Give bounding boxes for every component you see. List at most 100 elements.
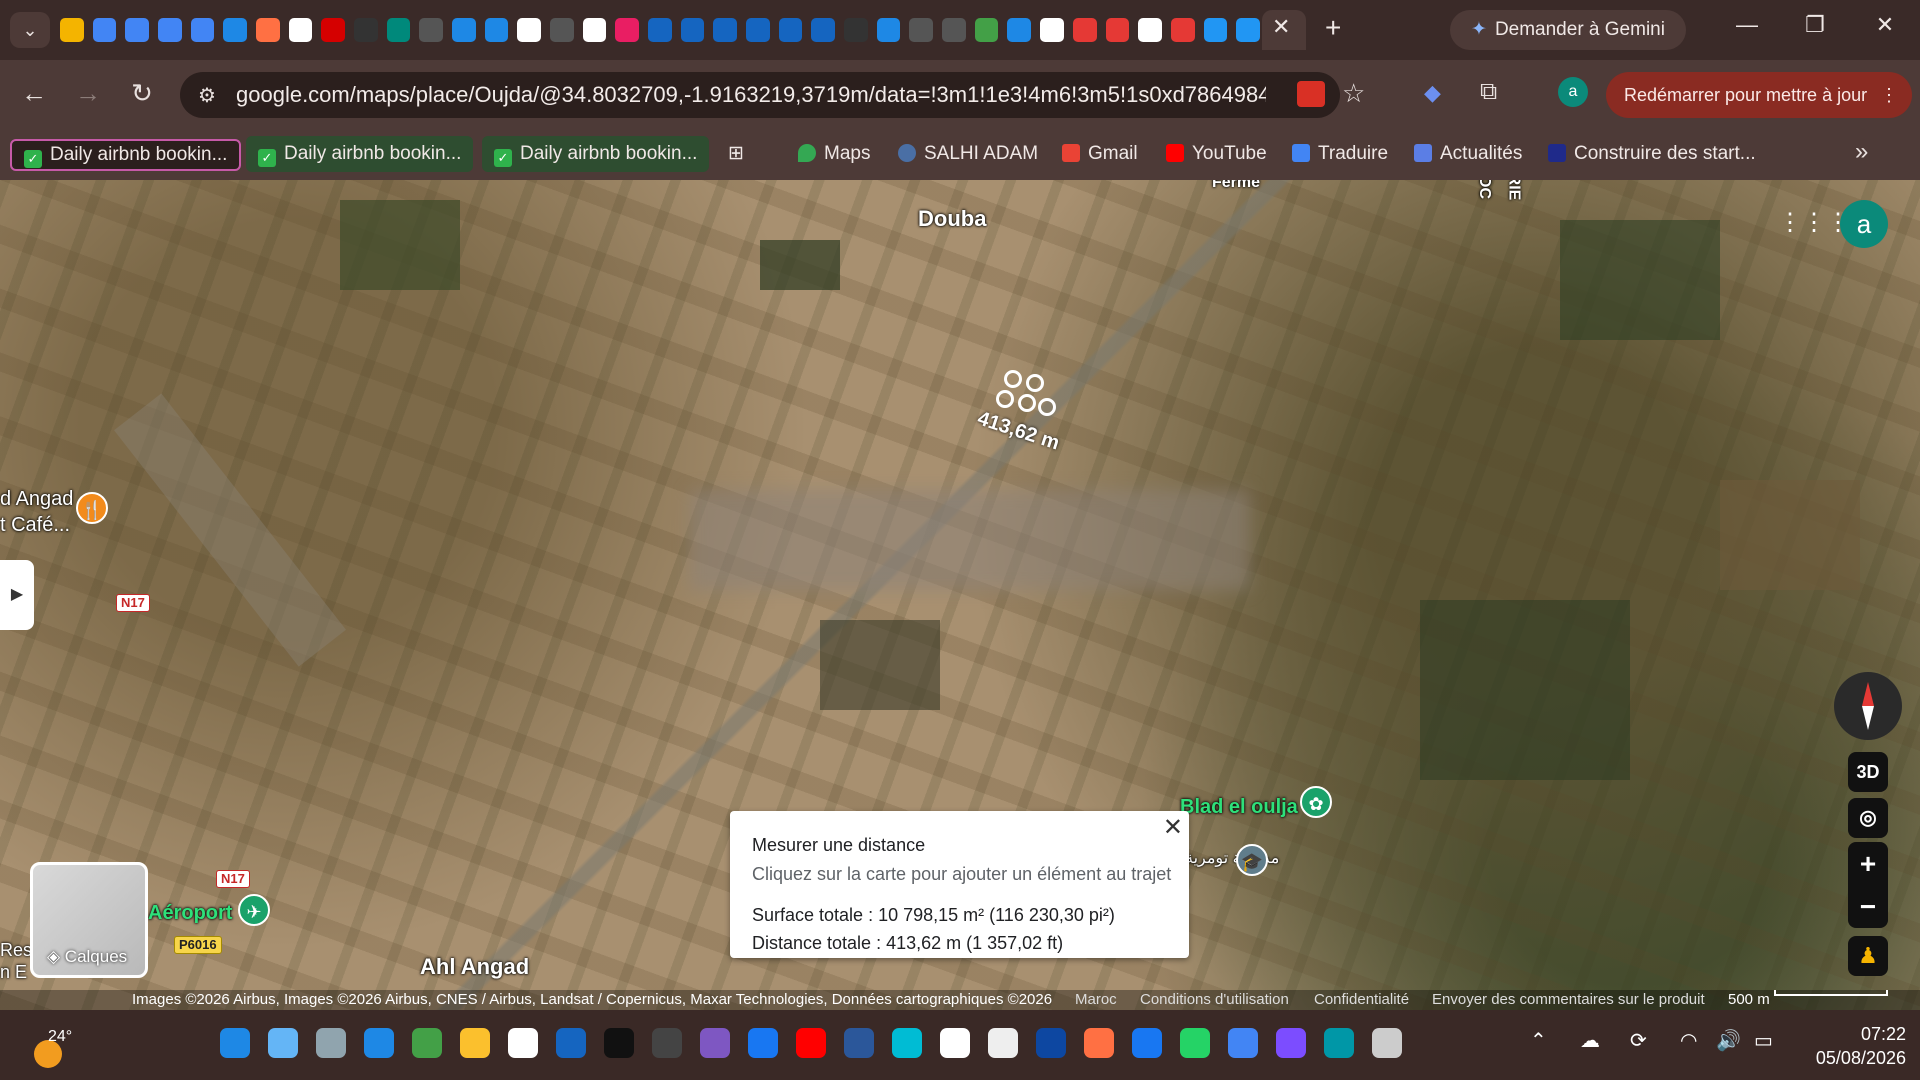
bookmark-airbnb-1[interactable]: ✓ Daily airbnb bookin...	[10, 139, 242, 171]
bookmark-gmail[interactable]: Gmail	[1062, 136, 1138, 172]
satellite-map[interactable]: Douba Ferme d Angad t Café... 🍴 Blad el …	[0, 180, 1920, 1010]
taskbar-app-icon[interactable]	[988, 1028, 1018, 1058]
taskbar-app-icon[interactable]	[844, 1028, 874, 1058]
tab-favicon[interactable]	[92, 18, 117, 42]
ask-gemini-button[interactable]: ✦ Demander à Gemini	[1450, 10, 1686, 50]
tab-favicon[interactable]	[582, 18, 607, 42]
measure-point[interactable]	[1018, 394, 1036, 412]
measure-point[interactable]	[996, 390, 1014, 408]
airport-pin-icon[interactable]: ✈	[238, 894, 270, 926]
tab-favicon[interactable]	[1007, 18, 1032, 42]
tab-favicon[interactable]	[158, 18, 182, 42]
tab-favicon[interactable]	[811, 18, 836, 42]
place-label-blad-el-oulja[interactable]: Blad el oulja	[1180, 796, 1298, 819]
tab-favicon[interactable]	[1105, 18, 1130, 42]
taskbar-app-icon[interactable]	[508, 1028, 538, 1058]
tab-favicon[interactable]	[484, 18, 509, 42]
zoom-in-button[interactable]: +	[1848, 842, 1888, 885]
tab-favicon[interactable]	[1203, 18, 1228, 42]
volume-icon[interactable]: 🔊	[1716, 1028, 1741, 1053]
taskbar-app-icon[interactable]	[556, 1028, 586, 1058]
bookmark-maps[interactable]: Maps	[798, 136, 870, 172]
tab-favicon[interactable]	[1138, 18, 1162, 42]
tab-favicon[interactable]	[909, 18, 934, 42]
profile-avatar[interactable]: a	[1558, 77, 1588, 107]
address-bar[interactable]: ⚙ google.com/maps/place/Oujda/@34.803270…	[180, 72, 1365, 118]
school-pin-icon[interactable]: 🎓	[1236, 844, 1268, 876]
taskbar-app-icon[interactable]	[652, 1028, 682, 1058]
pinned-tab-favicons[interactable]	[60, 18, 1260, 42]
tab-favicon[interactable]	[648, 18, 672, 42]
tab-favicon[interactable]	[60, 18, 84, 42]
taskbar-app-icon[interactable]	[1036, 1028, 1066, 1058]
taskbar-app-icon[interactable]	[1372, 1028, 1402, 1058]
tab-favicon[interactable]	[1170, 18, 1195, 42]
tab-favicon[interactable]	[354, 18, 378, 42]
privacy-link[interactable]: Confidentialité	[1314, 990, 1409, 1010]
tab-favicon[interactable]	[550, 18, 574, 42]
bookmark-actualites[interactable]: Actualités	[1414, 136, 1522, 172]
tab-favicon[interactable]	[321, 18, 346, 42]
system-clock[interactable]: 07:22 05/08/2026	[1796, 1022, 1906, 1070]
place-label-ferme[interactable]: Ferme	[1212, 180, 1260, 192]
taskbar-app-icon[interactable]	[364, 1028, 394, 1058]
bookmark-traduire[interactable]: Traduire	[1292, 136, 1388, 172]
tab-favicon[interactable]	[778, 18, 803, 42]
scale-label[interactable]: 500 m	[1728, 990, 1770, 1010]
minimize-button[interactable]: —	[1722, 12, 1772, 38]
system-tray[interactable]: ⌃ ☁ ⟳ ◠ 🔊 ▭	[1520, 1028, 1780, 1062]
taskbar-app-icon[interactable]	[412, 1028, 442, 1058]
taskbar-app-icon[interactable]	[220, 1028, 250, 1058]
tab-favicon[interactable]	[256, 18, 280, 42]
zoom-out-button[interactable]: −	[1848, 885, 1888, 928]
tab-favicon[interactable]	[746, 18, 770, 42]
close-window-button[interactable]: ✕	[1860, 12, 1910, 38]
close-icon[interactable]: ✕	[1163, 813, 1183, 842]
tab-favicon[interactable]	[844, 18, 868, 42]
measure-point[interactable]	[1038, 398, 1056, 416]
expand-side-panel-button[interactable]: ▶	[0, 560, 34, 630]
tab-favicon[interactable]	[190, 18, 215, 42]
wifi-icon[interactable]: ◠	[1680, 1028, 1697, 1053]
feedback-link[interactable]: Envoyer des commentaires sur le produit	[1432, 990, 1705, 1010]
taskbar-app-icon[interactable]	[700, 1028, 730, 1058]
tab-search-button[interactable]: ⌄	[10, 12, 50, 48]
account-avatar[interactable]: a	[1840, 200, 1888, 248]
back-button[interactable]: ←	[14, 78, 54, 109]
tab-favicon[interactable]	[386, 18, 411, 42]
taskbar-app-icon[interactable]	[268, 1028, 298, 1058]
google-apps-icon[interactable]: ⋮⋮⋮	[1778, 208, 1850, 236]
taskbar-app-icon[interactable]	[1276, 1028, 1306, 1058]
bookmark-youtube[interactable]: YouTube	[1166, 136, 1267, 172]
more-menu-icon[interactable]: ⋮	[1880, 72, 1898, 118]
tab-favicon[interactable]	[288, 18, 313, 42]
measure-point[interactable]	[1026, 374, 1044, 392]
terms-link[interactable]: Conditions d'utilisation	[1140, 990, 1289, 1010]
taskbar-apps[interactable]	[220, 1028, 1420, 1062]
tab-favicon[interactable]	[974, 18, 999, 42]
taskbar-app-icon[interactable]	[940, 1028, 970, 1058]
taskbar-app-icon[interactable]	[316, 1028, 346, 1058]
place-label-aeroport[interactable]: Aéroport	[148, 902, 232, 925]
onedrive-icon[interactable]: ☁	[1580, 1028, 1600, 1053]
restart-to-update-button[interactable]: Redémarrer pour mettre à jour ⋮	[1606, 72, 1912, 118]
extension-icon[interactable]: ◆	[1424, 80, 1441, 106]
measure-point[interactable]	[1004, 370, 1022, 388]
taskbar-app-icon[interactable]	[892, 1028, 922, 1058]
tab-favicon[interactable]	[452, 18, 476, 42]
new-tab-button[interactable]: +	[1325, 12, 1341, 44]
taskbar-app-icon[interactable]	[748, 1028, 778, 1058]
restaurant-pin-icon[interactable]: 🍴	[76, 492, 108, 524]
tab-favicon[interactable]	[615, 18, 640, 42]
bookmark-salhi-adam[interactable]: SALHI ADAM	[898, 136, 1038, 172]
tab-favicon[interactable]	[942, 18, 966, 42]
site-info-icon[interactable]: ⚙	[198, 83, 216, 108]
place-label-ahl-angad[interactable]: Ahl Angad	[420, 954, 529, 980]
tab-favicon[interactable]	[223, 18, 248, 42]
taskbar-app-icon[interactable]	[460, 1028, 490, 1058]
tab-favicon[interactable]	[419, 18, 444, 42]
taskbar-app-icon[interactable]	[1228, 1028, 1258, 1058]
tab-favicon[interactable]	[680, 18, 705, 42]
install-app-icon[interactable]	[1297, 81, 1325, 107]
street-view-pegman-icon[interactable]: ♟	[1848, 936, 1888, 976]
